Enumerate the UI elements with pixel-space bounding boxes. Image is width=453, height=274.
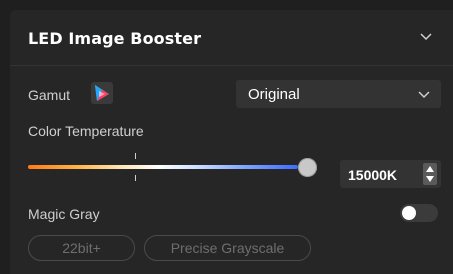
color-gamut-icon: [91, 82, 113, 104]
slider-thumb[interactable]: [298, 158, 317, 177]
option-precise-grayscale-button[interactable]: Precise Grayscale: [144, 235, 311, 261]
color-temperature-value[interactable]: 15000K: [348, 167, 397, 183]
slider-tick-mark: [135, 153, 136, 159]
panel-header[interactable]: LED Image Booster: [10, 10, 453, 66]
toggle-knob: [402, 206, 416, 220]
slider-tick-mark: [135, 175, 136, 181]
gamut-selected-value: Original: [248, 86, 300, 103]
panel-title: LED Image Booster: [28, 29, 202, 48]
arrow-down-icon[interactable]: [425, 175, 435, 183]
chevron-down-icon[interactable]: [418, 28, 434, 44]
magic-gray-toggle[interactable]: [400, 204, 438, 222]
gamut-label: Gamut: [28, 87, 71, 103]
slider-track[interactable]: [28, 165, 298, 169]
option-22bit-button[interactable]: 22bit+: [28, 235, 135, 261]
color-temperature-slider[interactable]: [28, 153, 317, 183]
color-temperature-label: Color Temperature: [28, 123, 144, 139]
magic-gray-label: Magic Gray: [28, 206, 100, 222]
chevron-down-icon: [418, 91, 430, 99]
gamut-select[interactable]: Original: [236, 80, 441, 108]
arrow-up-icon[interactable]: [425, 165, 435, 173]
color-temperature-stepper[interactable]: 15000K: [340, 160, 441, 188]
up-down-arrows-icon[interactable]: [423, 163, 437, 185]
led-image-booster-panel: LED Image Booster Gamut Original Color T…: [10, 10, 453, 274]
